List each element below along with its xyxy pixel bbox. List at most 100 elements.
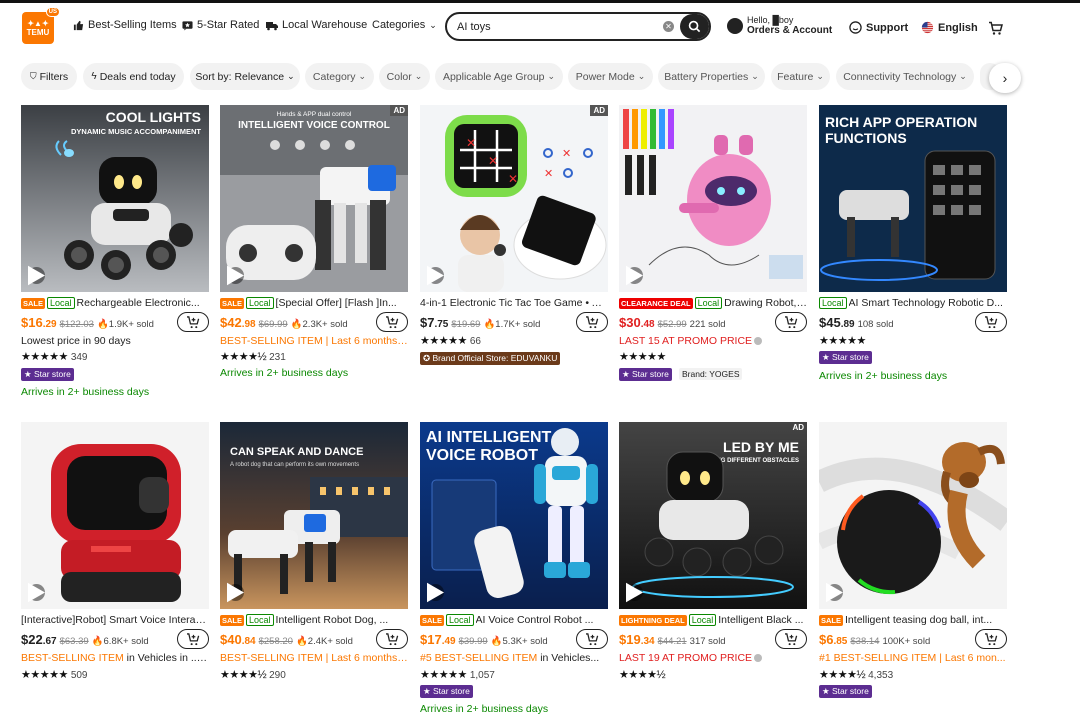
product-image[interactable]: AI INTELLIGENT VOICE ROBOT [420,422,608,609]
sort-dropdown[interactable]: Sort by: Relevance ⌄ [190,63,300,90]
product-image[interactable]: RICH APP OPERATION FUNCTIONS [819,105,1007,292]
fire-icon: 🔥 [483,319,496,330]
account-greeting: Hello, █boy [747,15,794,25]
video-play-icon[interactable] [427,582,444,603]
filter-age-group[interactable]: Applicable Age Group ⌄ [435,63,563,90]
nav-categories-label: Categories [372,19,426,31]
add-cart-icon [984,632,997,645]
filter-category[interactable]: Category ⌄ [305,63,374,90]
product-title[interactable]: SALE Local Rechargeable Electronic... [21,297,209,309]
product-title[interactable]: Local AI Smart Technology Robotic D... [819,297,1007,309]
local-badge: Local [446,614,474,626]
sale-badge: SALE [220,614,245,626]
local-badge: Local [246,297,274,309]
deals-end-today-chip[interactable]: ϟ Deals end today [83,63,184,90]
product-title[interactable]: [Interactive]Robot] Smart Voice Interact… [21,614,209,626]
add-to-cart-button[interactable] [576,312,608,332]
add-to-cart-button[interactable] [775,312,807,332]
nav-local-warehouse[interactable]: Local Warehouse [266,19,367,31]
product-title[interactable]: CLEARANCE DEAL Local Drawing Robot, ... [619,297,807,309]
nav-5-star[interactable]: 5-Star Rated [181,19,259,31]
sold-count: 108 sold [857,319,894,330]
filter-color[interactable]: Color ⌄ [379,63,430,90]
product-image[interactable] [819,422,1007,609]
filter-feature-label: Feature [777,70,814,83]
filter-battery-label: Battery Properties [664,70,749,83]
sold-count: 🔥2.3K+ sold [290,319,348,330]
product-title-text: Intelligent Robot Dog, ... [275,614,389,626]
product-title-text: AI Smart Technology Robotic D... [848,297,1003,309]
add-to-cart-button[interactable] [177,629,209,649]
filter-feature[interactable]: Feature ⌄ [771,63,830,90]
filter-connectivity-label: Connectivity Technology [843,70,957,83]
filter-battery[interactable]: Battery Properties ⌄ [658,63,765,90]
product-image[interactable]: LED BY ME CROSSING DIFFERENT OBSTACLES A… [619,422,807,609]
best-selling-note: #5 BEST-SELLING ITEM in Vehicles... [420,652,600,664]
price: $19.34 [619,632,655,647]
filter-power-mode[interactable]: Power Mode ⌄ [568,63,653,90]
svg-text:INTELLIGENT VOICE CONTROL: INTELLIGENT VOICE CONTROL [238,120,390,131]
lowest-price-note: Lowest price in 90 days [21,335,131,347]
add-to-cart-button[interactable] [376,629,408,649]
product-title[interactable]: SALE Local [Special Offer] [Flash ]In... [220,297,408,309]
product-title[interactable]: LIGHTNING DEAL Local Intelligent Black ... [619,614,807,626]
product-title[interactable]: SALE Local Intelligent Robot Dog, ... [220,614,408,626]
add-to-cart-button[interactable] [376,312,408,332]
product-title[interactable]: SALE Local AI Voice Control Robot ... [420,614,608,626]
clear-search-icon[interactable]: ✕ [663,21,674,32]
original-price: $39.99 [458,636,488,647]
product-title[interactable]: 4-in-1 Electronic Tic Tac Toe Game • AI … [420,297,608,309]
nav-categories[interactable]: Categories ⌄ [372,19,437,31]
product-image[interactable] [619,105,807,292]
price: $40.84 [220,632,256,647]
price: $17.49 [420,632,456,647]
star-rating: ★★★★★ 1,057 [420,669,495,681]
product-image[interactable] [21,422,209,609]
temu-logo[interactable]: ✦▲✦ TEMU US [22,7,60,44]
star-rating: ★★★★★ [619,351,666,363]
logo-region: US [45,7,60,17]
search-input[interactable]: AI toys [457,21,663,33]
review-count: 349 [70,352,88,363]
official-store-badge[interactable]: ✪ Brand Official Store: EDUVANKU [420,352,561,365]
smiley-support-icon [849,21,862,34]
nav-best-selling[interactable]: Best-Selling Items [72,19,177,31]
account-menu[interactable]: Hello, █boy Orders & Account [727,15,832,36]
star-rating: ★★★★½ 231 [220,351,286,363]
support-link[interactable]: Support [849,21,908,34]
search-bar[interactable]: AI toys ✕ [445,12,711,41]
best-selling-note: BEST-SELLING ITEM | Last 6 months i... [220,335,408,347]
filter-connectivity[interactable]: Connectivity Technology ⌄ [836,63,974,90]
brand-badge[interactable]: Brand: YOGES [679,368,743,380]
filters-button[interactable]: ⛉ Filters [21,63,77,90]
ad-badge: AD [590,105,608,116]
video-play-icon[interactable] [626,582,643,603]
product-image[interactable]: COOL LIGHTS DYNAMIC MUSIC ACCOMPANIMENT [21,105,209,292]
video-play-icon[interactable] [427,265,444,286]
product-image[interactable]: ✕ ✕ ✕ ✕ ✕ AD [420,105,608,292]
add-to-cart-button[interactable] [177,312,209,332]
filters-next-button[interactable]: › [989,63,1021,93]
add-to-cart-button[interactable] [975,629,1007,649]
language-selector[interactable]: English [921,21,978,34]
local-badge: Local [694,297,723,309]
cart-button[interactable] [988,21,1004,36]
product-image[interactable]: Hands & APP dual control INTELLIGENT VOI… [220,105,408,292]
delivery-note: Arrives in 2+ business days [420,703,549,715]
video-play-icon[interactable] [826,582,843,603]
add-to-cart-button[interactable] [975,312,1007,332]
add-to-cart-button[interactable] [775,629,807,649]
price: $6.85 [819,632,848,647]
search-button[interactable] [680,14,709,39]
filter-bar: ⛉ Filters ϟ Deals end today Sort by: Relev… [0,63,1080,93]
product-image[interactable]: CAN SPEAK AND DANCE A robot dog that can… [220,422,408,609]
add-to-cart-button[interactable] [576,629,608,649]
video-play-icon[interactable] [28,582,45,603]
video-play-icon[interactable] [626,265,643,286]
video-play-icon[interactable] [227,265,244,286]
video-play-icon[interactable] [227,582,244,603]
video-play-icon[interactable] [28,265,45,286]
thumbs-up-icon [72,19,84,31]
filter-power-label: Power Mode [575,70,635,83]
product-title[interactable]: SALE Intelligent teasing dog ball, int... [819,614,1007,626]
